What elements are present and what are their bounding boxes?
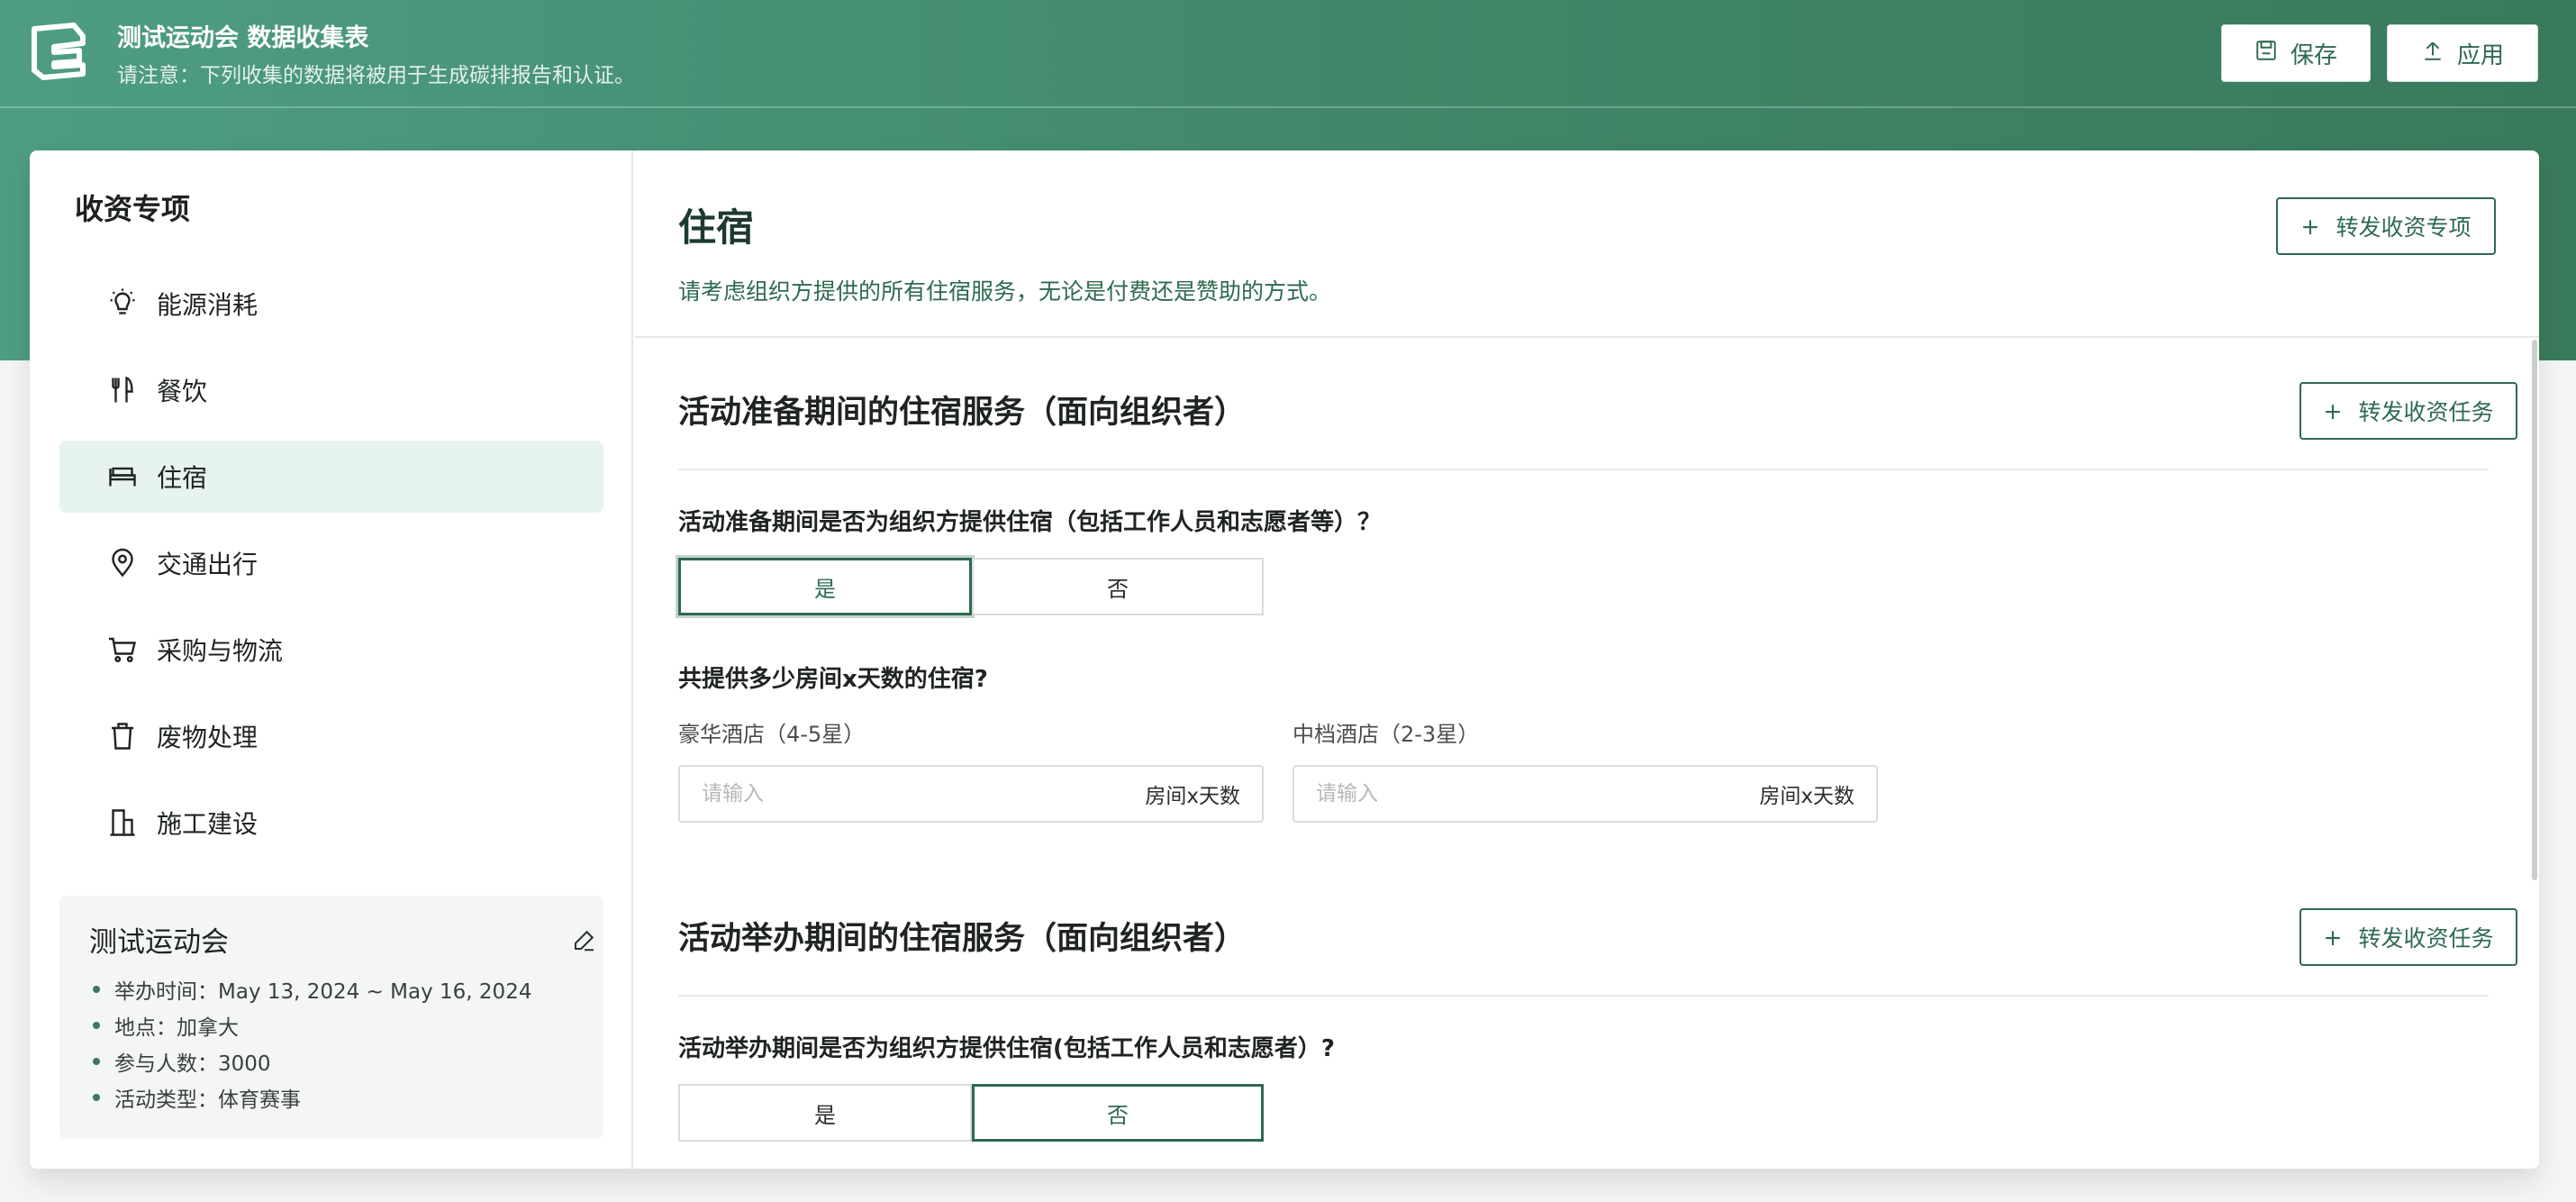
event-type: 活动类型：体育赛事 bbox=[89, 1079, 531, 1115]
event-date: 举办时间：May 13, 2024 ~ May 16, 2024 bbox=[89, 971, 531, 1007]
event-location: 地点：加拿大 bbox=[89, 1007, 531, 1043]
luxury-hotel-input[interactable] bbox=[680, 767, 1146, 821]
sidebar-item-label: 采购与物流 bbox=[157, 636, 284, 666]
input-unit: 房间x天数 bbox=[1145, 785, 1240, 808]
main-panel: 住宿 请考虑组织方提供的所有住宿服务，无论是付费还是赞助的方式。 + 转发收资专… bbox=[635, 150, 2539, 1169]
trash-icon bbox=[104, 718, 141, 754]
question-room-nights: 共提供多少房间x天数的住宿? bbox=[678, 666, 988, 693]
sidebar-item-label: 能源消耗 bbox=[157, 290, 259, 320]
question-event-accommodation: 活动举办期间是否为组织方提供住宿(包括工作人员和志愿者）? bbox=[678, 1035, 1335, 1062]
sidebar-item-label: 餐饮 bbox=[157, 377, 208, 406]
sidebar-item-label: 废物处理 bbox=[157, 723, 259, 752]
location-pin-icon bbox=[104, 545, 141, 581]
apply-button[interactable]: 应用 bbox=[2387, 24, 2538, 82]
input-unit: 房间x天数 bbox=[1759, 785, 1855, 808]
edit-icon[interactable] bbox=[571, 926, 600, 955]
event-attendees: 参与人数：3000 bbox=[89, 1043, 531, 1079]
forward-task-button-event[interactable]: + 转发收资任务 bbox=[2299, 908, 2517, 966]
forward-task-button-prep[interactable]: + 转发收资任务 bbox=[2299, 382, 2517, 440]
sidebar-title: 收资专项 bbox=[75, 192, 191, 226]
midrange-hotel-input[interactable] bbox=[1294, 767, 1760, 821]
app-subtitle: 请注意：下列收集的数据将被用于生成碳排报告和认证。 bbox=[117, 64, 635, 87]
toggle-yes-prep[interactable]: 是 bbox=[678, 558, 972, 615]
sidebar-item-label: 住宿 bbox=[157, 463, 208, 493]
scrollbar-thumb[interactable] bbox=[2532, 340, 2537, 880]
plus-icon: + bbox=[2300, 213, 2320, 240]
forward-item-label: 转发收资专项 bbox=[2336, 214, 2472, 241]
luxury-hotel-input-wrap: 房间x天数 bbox=[678, 765, 1264, 823]
event-name: 测试运动会 bbox=[89, 926, 229, 959]
save-icon bbox=[2254, 39, 2278, 68]
section-divider bbox=[678, 995, 2489, 997]
sidebar-item-procurement[interactable]: 采购与物流 bbox=[59, 614, 603, 686]
app-title: 测试运动会 数据收集表 bbox=[117, 24, 369, 52]
section-title-prep: 活动准备期间的住宿服务（面向组织者） bbox=[678, 395, 1247, 431]
sidebar-item-energy[interactable]: 能源消耗 bbox=[59, 268, 603, 340]
sidebar-item-waste[interactable]: 废物处理 bbox=[59, 700, 603, 772]
lightbulb-icon bbox=[104, 286, 141, 322]
cart-icon bbox=[104, 632, 141, 668]
page-description: 请考虑组织方提供的所有住宿服务，无论是付费还是赞助的方式。 bbox=[678, 278, 1332, 305]
sidebar-item-label: 交通出行 bbox=[157, 550, 259, 579]
sidebar: 收资专项 能源消耗 餐饮 住宿 交通出行 采购与物流 废物处理 施工建设 测试运… bbox=[30, 150, 633, 1169]
page-title: 住宿 bbox=[678, 205, 755, 250]
form-card: 收资专项 能源消耗 餐饮 住宿 交通出行 采购与物流 废物处理 施工建设 测试运… bbox=[30, 150, 2539, 1169]
section-divider bbox=[678, 469, 2489, 470]
sidebar-item-catering[interactable]: 餐饮 bbox=[59, 354, 603, 426]
question-prep-accommodation: 活动准备期间是否为组织方提供住宿（包括工作人员和志愿者等）？ bbox=[678, 509, 1382, 536]
upload-icon bbox=[2421, 39, 2444, 68]
utensils-icon bbox=[104, 372, 141, 408]
main-header: 住宿 请考虑组织方提供的所有住宿服务，无论是付费还是赞助的方式。 + 转发收资专… bbox=[635, 150, 2539, 338]
toggle-no-prep[interactable]: 否 bbox=[972, 558, 1264, 615]
midrange-hotel-input-wrap: 房间x天数 bbox=[1293, 765, 1878, 823]
sidebar-item-accommodation[interactable]: 住宿 bbox=[59, 441, 603, 513]
sidebar-item-transport[interactable]: 交通出行 bbox=[59, 527, 603, 599]
field-label-luxury: 豪华酒店（4-5星） bbox=[678, 722, 866, 747]
plus-icon: + bbox=[2323, 924, 2343, 951]
header-divider bbox=[0, 106, 2576, 108]
toggle-yes-event[interactable]: 是 bbox=[678, 1084, 972, 1142]
save-button[interactable]: 保存 bbox=[2221, 24, 2371, 82]
plus-icon: + bbox=[2323, 397, 2343, 424]
forward-task-label: 转发收资任务 bbox=[2358, 399, 2494, 425]
field-label-midrange: 中档酒店（2-3星） bbox=[1293, 722, 1480, 747]
toggle-no-event[interactable]: 否 bbox=[972, 1084, 1264, 1142]
forward-task-label: 转发收资任务 bbox=[2358, 925, 2494, 952]
event-summary-card: 测试运动会 举办时间：May 13, 2024 ~ May 16, 2024 地… bbox=[59, 896, 603, 1139]
sidebar-item-construction[interactable]: 施工建设 bbox=[59, 787, 603, 859]
apply-button-label: 应用 bbox=[2456, 41, 2504, 69]
logo-icon bbox=[27, 22, 90, 81]
bed-icon bbox=[104, 459, 141, 495]
section-title-event: 活动举办期间的住宿服务（面向组织者） bbox=[678, 921, 1247, 957]
sidebar-item-label: 施工建设 bbox=[157, 809, 259, 839]
event-details-list: 举办时间：May 13, 2024 ~ May 16, 2024 地点：加拿大 … bbox=[89, 971, 531, 1115]
save-button-label: 保存 bbox=[2290, 41, 2337, 69]
building-icon bbox=[104, 805, 141, 841]
forward-item-button[interactable]: + 转发收资专项 bbox=[2276, 197, 2496, 255]
